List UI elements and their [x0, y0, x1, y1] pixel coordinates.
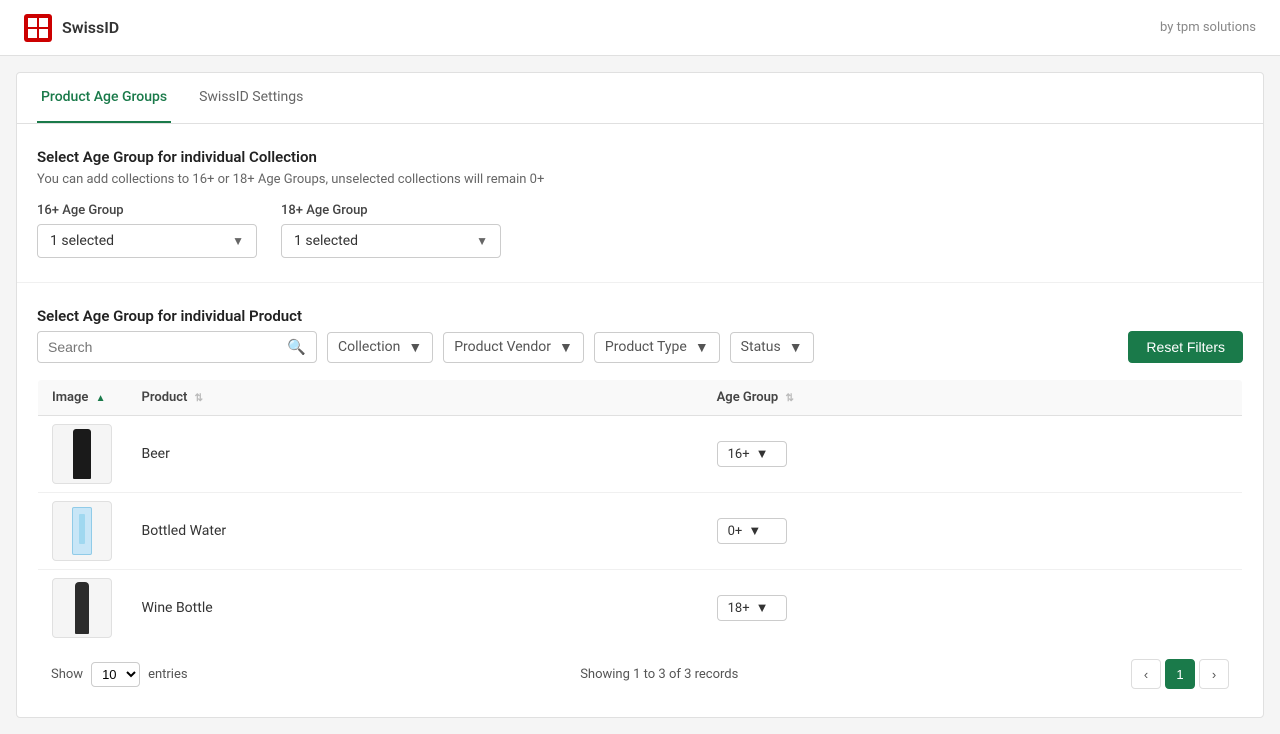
column-age-group[interactable]: Age Group ⇅: [703, 380, 1243, 416]
search-icon: 🔍: [287, 338, 306, 356]
age-group-row: 16+ Age Group 1 selected ▼ 18+ Age Group…: [37, 203, 1243, 258]
age-group-sort-icon: ⇅: [785, 393, 793, 404]
age-badge-chevron-icon: ▼: [748, 523, 761, 539]
filters-row: 🔍 Collection ▼ Product Vendor ▼ Product …: [37, 331, 1243, 363]
age-group-cell: 0+ ▼: [703, 493, 1243, 570]
tab-product-age-groups[interactable]: Product Age Groups: [37, 73, 171, 123]
age-group-badge[interactable]: 16+ ▼: [717, 441, 787, 467]
product-name-cell: Beer: [128, 416, 703, 493]
page-1-button[interactable]: 1: [1165, 659, 1195, 689]
age-16-chevron-icon: ▼: [232, 234, 244, 248]
topbar: SwissID by tpm solutions: [0, 0, 1280, 56]
main-content-card: Product Age Groups SwissID Settings Sele…: [16, 72, 1264, 718]
product-thumbnail: [52, 578, 112, 638]
collection-section-subtitle: You can add collections to 16+ or 18+ Ag…: [37, 172, 1243, 187]
product-thumbnail: [52, 424, 112, 484]
status-chevron-icon: ▼: [789, 339, 803, 356]
product-vendor-chevron-icon: ▼: [559, 339, 573, 356]
pagination: ‹ 1 ›: [1131, 659, 1229, 689]
age-18-dropdown[interactable]: 1 selected ▼: [281, 224, 501, 258]
table-row: Beer 16+ ▼: [38, 416, 1243, 493]
search-box[interactable]: 🔍: [37, 331, 317, 363]
search-input[interactable]: [48, 339, 279, 355]
age-group-badge[interactable]: 0+ ▼: [717, 518, 787, 544]
table-footer: Show 10 25 50 entries Showing 1 to 3 of …: [37, 647, 1243, 693]
age-group-cell: 16+ ▼: [703, 416, 1243, 493]
product-section: Select Age Group for individual Product …: [17, 282, 1263, 717]
product-sort-icon: ⇅: [195, 393, 203, 404]
collection-filter[interactable]: Collection ▼: [327, 332, 433, 363]
prev-page-button[interactable]: ‹: [1131, 659, 1161, 689]
products-table: Image ▲ Product ⇅ Age Group ⇅ Beer 16+ ▼: [37, 379, 1243, 647]
topbar-left: SwissID: [24, 14, 119, 42]
age-group-value: 16+: [728, 447, 750, 462]
product-section-title: Select Age Group for individual Product: [37, 307, 1243, 325]
column-product[interactable]: Product ⇅: [128, 380, 703, 416]
product-name-cell: Wine Bottle: [128, 570, 703, 647]
product-type-chevron-icon: ▼: [695, 339, 709, 356]
product-type-filter[interactable]: Product Type ▼: [594, 332, 720, 363]
age-badge-chevron-icon: ▼: [756, 446, 769, 462]
product-image-cell: [38, 416, 128, 493]
product-image-cell: [38, 493, 128, 570]
entries-per-page-select[interactable]: 10 25 50: [91, 662, 140, 687]
age-group-value: 0+: [728, 524, 743, 539]
reset-filters-button[interactable]: Reset Filters: [1128, 331, 1243, 363]
records-summary: Showing 1 to 3 of 3 records: [580, 667, 738, 682]
product-name-cell: Bottled Water: [128, 493, 703, 570]
product-image-cell: [38, 570, 128, 647]
collection-section-title: Select Age Group for individual Collecti…: [37, 148, 1243, 166]
column-image[interactable]: Image ▲: [38, 380, 128, 416]
age-18-chevron-icon: ▼: [476, 234, 488, 248]
collection-filter-chevron-icon: ▼: [408, 339, 422, 356]
table-row: Wine Bottle 18+ ▼: [38, 570, 1243, 647]
show-entries: Show 10 25 50 entries: [51, 662, 188, 687]
image-sort-icon: ▲: [96, 393, 106, 404]
table-row: Bottled Water 0+ ▼: [38, 493, 1243, 570]
age-16-value: 1 selected: [50, 233, 114, 249]
age-badge-chevron-icon: ▼: [756, 600, 769, 616]
age-group-badge[interactable]: 18+ ▼: [717, 595, 787, 621]
show-label: Show: [51, 667, 83, 682]
next-page-button[interactable]: ›: [1199, 659, 1229, 689]
age-group-cell: 18+ ▼: [703, 570, 1243, 647]
collection-section: Select Age Group for individual Collecti…: [17, 124, 1263, 282]
entries-label: entries: [148, 667, 188, 682]
age-18-label: 18+ Age Group: [281, 203, 501, 218]
age-16-field: 16+ Age Group 1 selected ▼: [37, 203, 257, 258]
age-18-field: 18+ Age Group 1 selected ▼: [281, 203, 501, 258]
brand-name: SwissID: [62, 18, 119, 37]
product-thumbnail: [52, 501, 112, 561]
age-16-label: 16+ Age Group: [37, 203, 257, 218]
age-16-dropdown[interactable]: 1 selected ▼: [37, 224, 257, 258]
product-vendor-filter[interactable]: Product Vendor ▼: [443, 332, 584, 363]
swissid-logo-icon: [24, 14, 52, 42]
age-18-value: 1 selected: [294, 233, 358, 249]
topbar-tagline: by tpm solutions: [1160, 20, 1256, 35]
status-filter[interactable]: Status ▼: [730, 332, 814, 363]
age-group-value: 18+: [728, 601, 750, 616]
tab-swissid-settings[interactable]: SwissID Settings: [195, 73, 307, 123]
tab-bar: Product Age Groups SwissID Settings: [17, 73, 1263, 124]
table-header-row: Image ▲ Product ⇅ Age Group ⇅: [38, 380, 1243, 416]
